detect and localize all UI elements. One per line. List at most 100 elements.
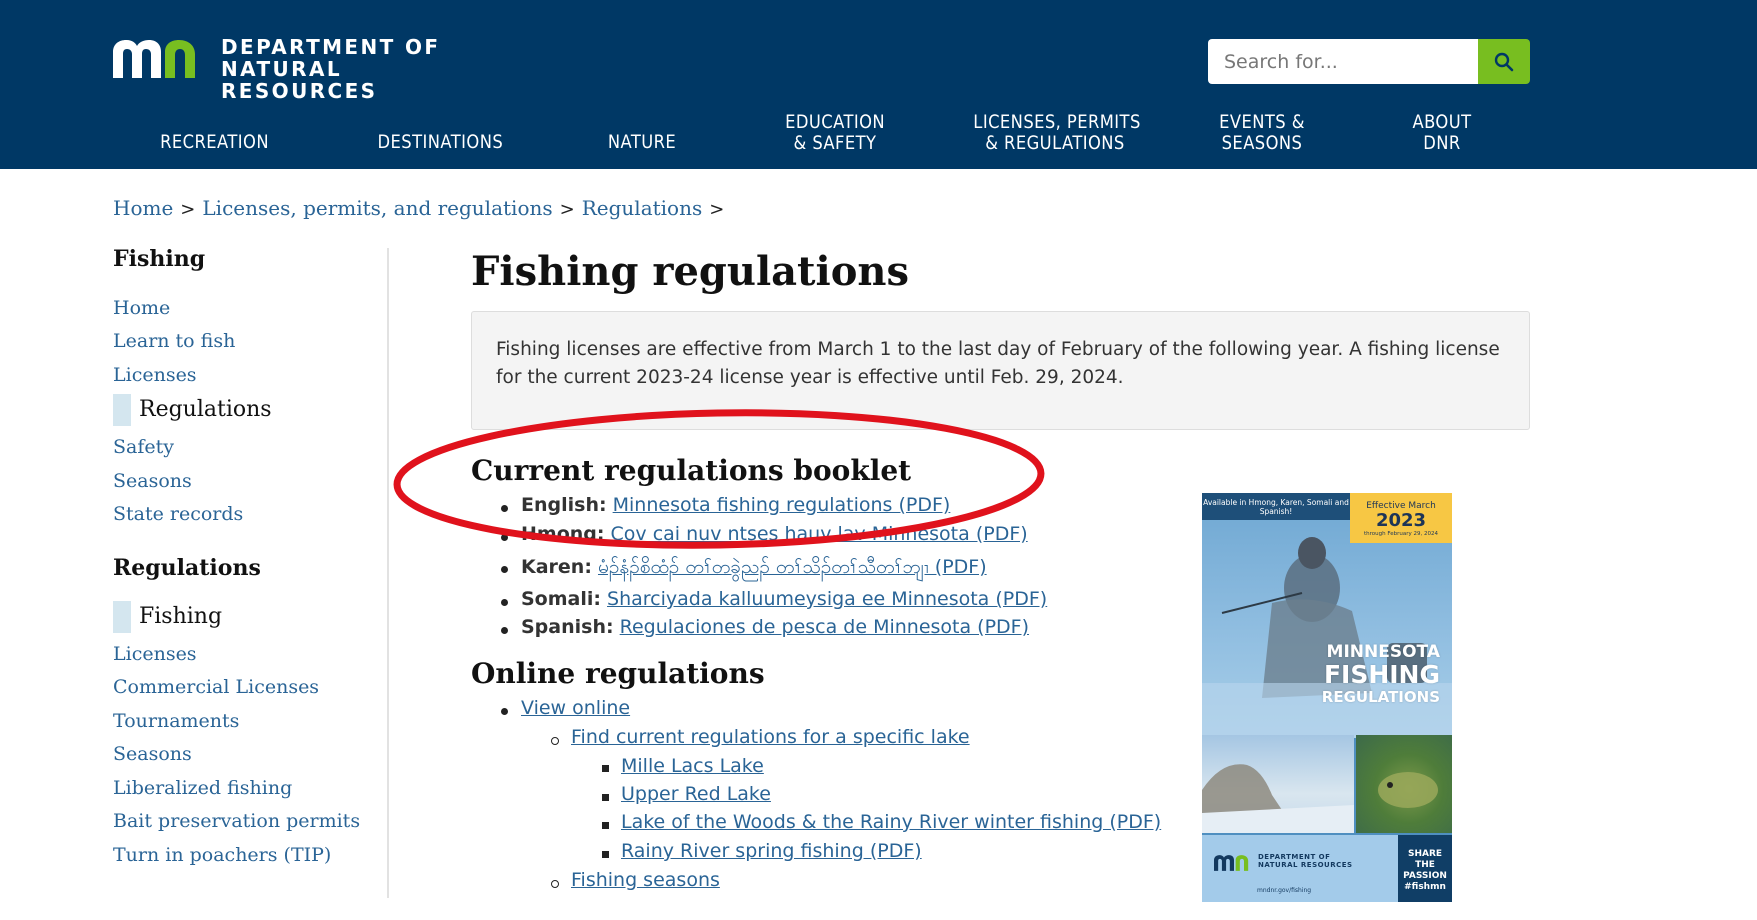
cover-banner: Available in Hmong, Karen, Somali and Sp… — [1202, 493, 1350, 520]
cover-title-line-3: REGULATIONS — [1321, 688, 1440, 706]
breadcrumb-licenses[interactable]: Licenses, permits, and regulations — [202, 196, 552, 220]
mn-logo-icon — [113, 40, 195, 78]
cover-dnr-logo: DEPARTMENT OF NATURAL RESOURCES — [1214, 849, 1394, 879]
cover-dnr-line-2: NATURAL RESOURCES — [1258, 861, 1353, 869]
breadcrumb-separator: > — [709, 199, 725, 220]
sidebar-item-regulations-active[interactable]: Regulations — [113, 394, 272, 426]
sidebar-item-turn-in-poachers[interactable]: Turn in poachers (TIP) — [113, 844, 331, 866]
online-item-view: View online — [521, 697, 630, 719]
share-line: SHARE — [1407, 849, 1443, 859]
link-view-online[interactable]: View online — [521, 697, 630, 719]
sidebar-item-fishing-active[interactable]: Fishing — [113, 601, 223, 633]
search-bar — [1208, 39, 1530, 84]
link-spanish-pdf[interactable]: Regulaciones de pesca de Minnesota (PDF) — [620, 616, 1029, 638]
link-mille-lacs[interactable]: Mille Lacs Lake — [621, 755, 764, 777]
bullet — [602, 794, 609, 801]
dnr-logo[interactable]: DEPARTMENT OF NATURAL RESOURCES — [113, 36, 503, 102]
nav-nature[interactable]: NATURE — [608, 132, 677, 153]
nav-events-seasons[interactable]: EVENTS & SEASONS — [1219, 112, 1305, 154]
page-title: Fishing regulations — [471, 248, 910, 295]
active-indicator — [113, 601, 131, 633]
share-line: PASSION — [1403, 871, 1447, 881]
cover-effective-badge: Effective March 2023 through February 29… — [1350, 493, 1452, 543]
nav-label: & REGULATIONS — [985, 132, 1125, 154]
badge-year: 2023 — [1375, 510, 1427, 531]
site-header: DEPARTMENT OF NATURAL RESOURCES RECREATI… — [0, 0, 1757, 169]
link-rainy-river-spring[interactable]: Rainy River spring fishing (PDF) — [621, 840, 922, 862]
nav-label: & SAFETY — [793, 132, 877, 154]
nav-label: NATURE — [607, 131, 677, 153]
booklet-item-somali: Somali: Sharciyada kalluumeysiga ee Minn… — [521, 588, 1047, 610]
sidebar-item-tournaments[interactable]: Tournaments — [113, 710, 239, 732]
cover-share-passion: SHARE THE PASSION #fishmn — [1398, 835, 1452, 902]
language-label: Somali: — [521, 588, 601, 610]
link-karen-pdf[interactable]: မံၣ်နံၣ်စိထံၣ် တၢ်တခွဲညၣ် တၢ်သိၣ်တၢ်သီတၢ… — [598, 556, 987, 578]
link-somali-pdf[interactable]: Sharciyada kalluumeysiga ee Minnesota (P… — [607, 588, 1047, 610]
sidebar-item-learn-to-fish[interactable]: Learn to fish — [113, 330, 235, 352]
online-item-seasons: Fishing seasons — [571, 869, 720, 891]
sidebar-item-licenses-2[interactable]: Licenses — [113, 643, 197, 665]
sidebar-heading-fishing: Fishing — [113, 246, 206, 272]
online-item-find: Find current regulations for a specific … — [571, 726, 970, 748]
online-lake-item: Rainy River spring fishing (PDF) — [621, 840, 922, 862]
badge-line-1: Effective March — [1366, 501, 1436, 511]
booklet-cover-image[interactable]: Available in Hmong, Karen, Somali and Sp… — [1202, 493, 1452, 902]
shoreline-illustration — [1202, 764, 1354, 833]
link-fishing-seasons[interactable]: Fishing seasons — [571, 869, 720, 891]
bullet — [501, 566, 508, 573]
nav-label: RECREATION — [160, 131, 269, 153]
sidebar-item-seasons[interactable]: Seasons — [113, 470, 192, 492]
breadcrumb-home[interactable]: Home — [113, 196, 173, 220]
bullet — [602, 822, 609, 829]
cover-photo-fish — [1356, 735, 1452, 833]
link-find-lake-regulations[interactable]: Find current regulations for a specific … — [571, 726, 970, 748]
online-lake-item: Lake of the Woods & the Rainy River wint… — [621, 811, 1161, 833]
sidebar-item-label: Fishing — [139, 604, 223, 629]
nav-label: ABOUT — [1412, 111, 1472, 133]
cover-title: MINNESOTA FISHING REGULATIONS — [1202, 643, 1452, 707]
share-line: THE — [1415, 860, 1435, 870]
link-lake-of-the-woods[interactable]: Lake of the Woods & the Rainy River wint… — [621, 811, 1161, 833]
share-line: #fishmn — [1404, 882, 1446, 892]
nav-label: LICENSES, PERMITS — [973, 111, 1141, 133]
nav-recreation[interactable]: RECREATION — [160, 131, 269, 153]
booklet-item-karen: Karen: မံၣ်နံၣ်စိထံၣ် တၢ်တခွဲညၣ် တၢ်သိၣ်… — [521, 555, 987, 583]
nav-label: DNR — [1423, 132, 1461, 154]
logo-line-2: NATURAL RESOURCES — [221, 57, 378, 103]
nav-about-dnr[interactable]: ABOUT DNR — [1408, 112, 1477, 154]
nav-destinations[interactable]: DESTINATIONS — [377, 131, 504, 153]
sidebar-item-seasons-2[interactable]: Seasons — [113, 743, 192, 765]
nav-label: DESTINATIONS — [377, 131, 504, 153]
breadcrumb-separator: > — [180, 199, 196, 220]
nav-education-safety[interactable]: EDUCATION & SAFETY — [785, 112, 885, 154]
link-upper-red-lake[interactable]: Upper Red Lake — [621, 783, 771, 805]
cover-banner-text: Available in Hmong, Karen, Somali and Sp… — [1203, 498, 1349, 516]
bullet — [551, 737, 559, 745]
red-annotation-ellipse — [393, 409, 1045, 549]
booklet-item-spanish: Spanish: Regulaciones de pesca de Minnes… — [521, 616, 1029, 638]
sidebar-item-commercial-licenses[interactable]: Commercial Licenses — [113, 676, 319, 698]
sidebar-heading-regulations: Regulations — [113, 555, 261, 581]
sidebar-item-bait-preservation-permits[interactable]: Bait preservation permits — [113, 810, 360, 832]
logo-wordmark: DEPARTMENT OF NATURAL RESOURCES — [221, 36, 503, 102]
nav-label: SEASONS — [1221, 132, 1303, 154]
cover-dnr-line-1: DEPARTMENT OF — [1258, 853, 1331, 861]
sidebar-item-safety[interactable]: Safety — [113, 436, 174, 458]
sidebar-item-licenses[interactable]: Licenses — [113, 364, 197, 386]
sidebar-item-state-records[interactable]: State records — [113, 503, 243, 525]
search-input[interactable] — [1208, 39, 1478, 84]
bullet — [501, 627, 508, 634]
nav-licenses-permits-regulations[interactable]: LICENSES, PERMITS & REGULATIONS — [973, 111, 1141, 154]
breadcrumb-regulations[interactable]: Regulations — [582, 196, 703, 220]
fish-illustration — [1378, 772, 1438, 808]
heading-online-regulations: Online regulations — [471, 657, 765, 690]
search-button[interactable] — [1478, 39, 1530, 84]
sidebar-item-home[interactable]: Home — [113, 297, 170, 319]
search-icon — [1494, 52, 1514, 71]
sidebar-item-liberalized-fishing[interactable]: Liberalized fishing — [113, 777, 292, 799]
active-indicator — [113, 394, 131, 426]
badge-line-3: through February 29, 2024 — [1364, 531, 1438, 537]
online-lake-item: Upper Red Lake — [621, 783, 771, 805]
bullet — [551, 880, 559, 888]
main-nav: RECREATION DESTINATIONS NATURE EDUCATION… — [0, 110, 1757, 160]
